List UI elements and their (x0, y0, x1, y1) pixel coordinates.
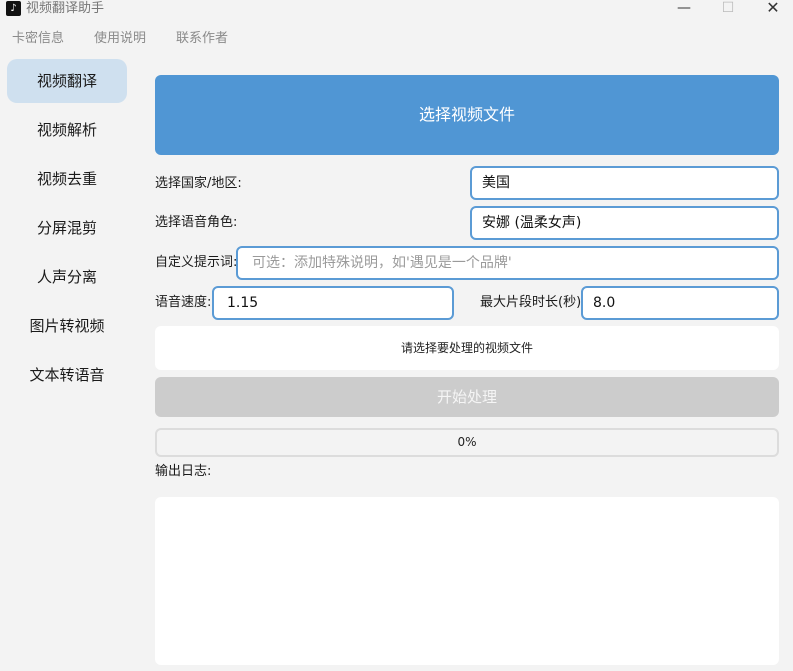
country-select[interactable]: 美国 (470, 166, 779, 200)
tiktok-icon: ♪ (6, 1, 21, 16)
sidebar-item-video-parse[interactable]: 视频解析 (7, 108, 127, 152)
minimize-button[interactable]: — (661, 0, 707, 18)
prompt-input[interactable]: 可选：添加特殊说明，如'遇见是一个品牌' (236, 246, 779, 280)
max-segment-label: 最大片段时长(秒): (480, 295, 586, 310)
speed-input[interactable]: 1.15 (212, 286, 454, 320)
select-video-file-button[interactable]: 选择视频文件 (155, 75, 779, 155)
max-segment-input[interactable]: 8.0 (581, 286, 779, 320)
sidebar-item-video-dedup[interactable]: 视频去重 (7, 157, 127, 201)
maximize-button[interactable]: ☐ (705, 0, 751, 18)
country-label: 选择国家/地区: (155, 176, 242, 191)
title-bar: ♪ 视频翻译助手 — ☐ ✕ (0, 0, 793, 18)
output-log[interactable] (155, 497, 779, 665)
sidebar-item-text-to-speech[interactable]: 文本转语音 (7, 353, 127, 397)
menu-contact-author[interactable]: 联系作者 (176, 26, 228, 52)
menu-usage-guide[interactable]: 使用说明 (94, 26, 146, 52)
sidebar-item-video-translate[interactable]: 视频翻译 (7, 59, 127, 103)
close-button[interactable]: ✕ (750, 0, 793, 18)
prompt-label: 自定义提示词: (155, 255, 238, 270)
sidebar-item-split-screen-mix[interactable]: 分屏混剪 (7, 206, 127, 250)
voice-select[interactable]: 安娜 (温柔女声) (470, 206, 779, 240)
file-status-text: 请选择要处理的视频文件 (155, 326, 779, 370)
sidebar-item-vocal-separation[interactable]: 人声分离 (7, 255, 127, 299)
progress-text: 0% (457, 435, 477, 449)
menu-card-info[interactable]: 卡密信息 (12, 26, 64, 52)
progress-bar: 0% (155, 428, 779, 457)
log-label: 输出日志: (155, 464, 212, 479)
start-processing-button[interactable]: 开始处理 (155, 377, 779, 417)
window-title: 视频翻译助手 (26, 1, 105, 16)
voice-label: 选择语音角色: (155, 215, 238, 230)
speed-label: 语音速度: (155, 295, 212, 310)
sidebar-item-image-to-video[interactable]: 图片转视频 (7, 304, 127, 348)
